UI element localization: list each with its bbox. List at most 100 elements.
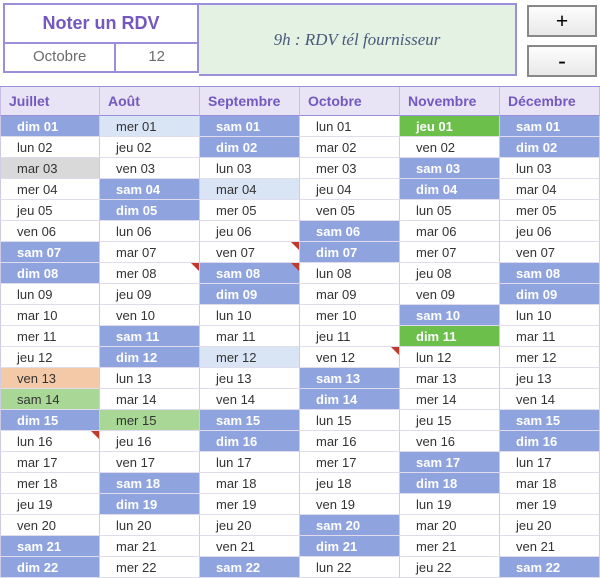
day-cell[interactable]: dim 19 <box>100 494 200 515</box>
day-cell[interactable]: sam 11 <box>100 326 200 347</box>
day-cell[interactable]: dim 02 <box>500 137 600 158</box>
day-cell[interactable]: mar 06 <box>400 221 500 242</box>
day-cell[interactable]: mar 10 <box>0 305 100 326</box>
day-cell[interactable]: dim 16 <box>500 431 600 452</box>
day-cell[interactable]: sam 20 <box>300 515 400 536</box>
day-cell[interactable]: ven 12 <box>300 347 400 368</box>
day-cell[interactable]: mer 19 <box>200 494 300 515</box>
day-cell[interactable]: dim 11 <box>400 326 500 347</box>
day-cell[interactable]: jeu 22 <box>400 557 500 578</box>
day-cell[interactable]: jeu 13 <box>500 368 600 389</box>
day-cell[interactable]: ven 09 <box>400 284 500 305</box>
day-cell[interactable]: mer 12 <box>200 347 300 368</box>
day-cell[interactable]: jeu 16 <box>100 431 200 452</box>
day-cell[interactable]: jeu 20 <box>200 515 300 536</box>
month-input[interactable]: Octobre <box>5 44 116 71</box>
day-cell[interactable]: lun 03 <box>500 158 600 179</box>
day-cell[interactable]: mar 20 <box>400 515 500 536</box>
day-cell[interactable]: sam 08 <box>200 263 300 284</box>
day-cell[interactable]: ven 13 <box>0 368 100 389</box>
day-cell[interactable]: mar 11 <box>500 326 600 347</box>
day-cell[interactable]: mer 18 <box>0 473 100 494</box>
day-cell[interactable]: lun 17 <box>500 452 600 473</box>
day-cell[interactable]: mar 04 <box>500 179 600 200</box>
day-cell[interactable]: sam 17 <box>400 452 500 473</box>
day-cell[interactable]: lun 05 <box>400 200 500 221</box>
day-cell[interactable]: mer 07 <box>400 242 500 263</box>
day-cell[interactable]: sam 15 <box>500 410 600 431</box>
day-cell[interactable]: mar 13 <box>400 368 500 389</box>
day-cell[interactable]: mer 19 <box>500 494 600 515</box>
day-cell[interactable]: mar 17 <box>0 452 100 473</box>
day-cell[interactable]: sam 22 <box>200 557 300 578</box>
day-cell[interactable]: sam 07 <box>0 242 100 263</box>
day-cell[interactable]: lun 10 <box>200 305 300 326</box>
day-cell[interactable]: dim 02 <box>200 137 300 158</box>
day-cell[interactable]: ven 07 <box>500 242 600 263</box>
plus-button[interactable]: + <box>527 5 597 37</box>
day-cell[interactable]: jeu 15 <box>400 410 500 431</box>
day-cell[interactable]: mar 18 <box>200 473 300 494</box>
day-cell[interactable]: jeu 09 <box>100 284 200 305</box>
month-header[interactable]: Septembre <box>200 87 300 116</box>
day-cell[interactable]: dim 15 <box>0 410 100 431</box>
day-cell[interactable]: sam 13 <box>300 368 400 389</box>
day-cell[interactable]: jeu 06 <box>200 221 300 242</box>
day-cell[interactable]: dim 04 <box>400 179 500 200</box>
day-cell[interactable]: mar 16 <box>300 431 400 452</box>
day-cell[interactable]: jeu 01 <box>400 116 500 137</box>
day-cell[interactable]: dim 09 <box>500 284 600 305</box>
day-cell[interactable]: dim 18 <box>400 473 500 494</box>
day-cell[interactable]: mer 12 <box>500 347 600 368</box>
month-header[interactable]: Novembre <box>400 87 500 116</box>
day-cell[interactable]: sam 22 <box>500 557 600 578</box>
day-cell[interactable]: ven 07 <box>200 242 300 263</box>
day-cell[interactable]: lun 10 <box>500 305 600 326</box>
day-cell[interactable]: sam 06 <box>300 221 400 242</box>
day-cell[interactable]: lun 06 <box>100 221 200 242</box>
day-cell[interactable]: mer 05 <box>500 200 600 221</box>
day-cell[interactable]: dim 12 <box>100 347 200 368</box>
day-cell[interactable]: ven 03 <box>100 158 200 179</box>
day-cell[interactable]: mar 07 <box>100 242 200 263</box>
day-cell[interactable]: lun 13 <box>100 368 200 389</box>
day-cell[interactable]: mar 18 <box>500 473 600 494</box>
day-cell[interactable]: lun 22 <box>300 557 400 578</box>
day-input[interactable]: 12 <box>116 44 197 71</box>
day-cell[interactable]: mer 10 <box>300 305 400 326</box>
day-cell[interactable]: lun 20 <box>100 515 200 536</box>
day-cell[interactable]: dim 22 <box>0 557 100 578</box>
minus-button[interactable]: - <box>527 45 597 77</box>
day-cell[interactable]: sam 01 <box>200 116 300 137</box>
day-cell[interactable]: lun 03 <box>200 158 300 179</box>
day-cell[interactable]: ven 19 <box>300 494 400 515</box>
day-cell[interactable]: jeu 19 <box>0 494 100 515</box>
day-cell[interactable]: lun 08 <box>300 263 400 284</box>
day-cell[interactable]: sam 15 <box>200 410 300 431</box>
day-cell[interactable]: lun 15 <box>300 410 400 431</box>
day-cell[interactable]: sam 04 <box>100 179 200 200</box>
day-cell[interactable]: mar 11 <box>200 326 300 347</box>
day-cell[interactable]: jeu 04 <box>300 179 400 200</box>
day-cell[interactable]: ven 16 <box>400 431 500 452</box>
day-cell[interactable]: ven 06 <box>0 221 100 242</box>
day-cell[interactable]: jeu 18 <box>300 473 400 494</box>
day-cell[interactable]: dim 09 <box>200 284 300 305</box>
day-cell[interactable]: dim 07 <box>300 242 400 263</box>
day-cell[interactable]: sam 18 <box>100 473 200 494</box>
day-cell[interactable]: mer 14 <box>400 389 500 410</box>
day-cell[interactable]: ven 10 <box>100 305 200 326</box>
day-cell[interactable]: sam 03 <box>400 158 500 179</box>
month-header[interactable]: Juillet <box>0 87 100 116</box>
day-cell[interactable]: lun 16 <box>0 431 100 452</box>
day-cell[interactable]: mer 04 <box>0 179 100 200</box>
day-cell[interactable]: lun 12 <box>400 347 500 368</box>
day-cell[interactable]: mar 04 <box>200 179 300 200</box>
day-cell[interactable]: jeu 12 <box>0 347 100 368</box>
day-cell[interactable]: mar 02 <box>300 137 400 158</box>
day-cell[interactable]: jeu 20 <box>500 515 600 536</box>
day-cell[interactable]: mer 15 <box>100 410 200 431</box>
day-cell[interactable]: ven 17 <box>100 452 200 473</box>
day-cell[interactable]: ven 05 <box>300 200 400 221</box>
day-cell[interactable]: mer 03 <box>300 158 400 179</box>
